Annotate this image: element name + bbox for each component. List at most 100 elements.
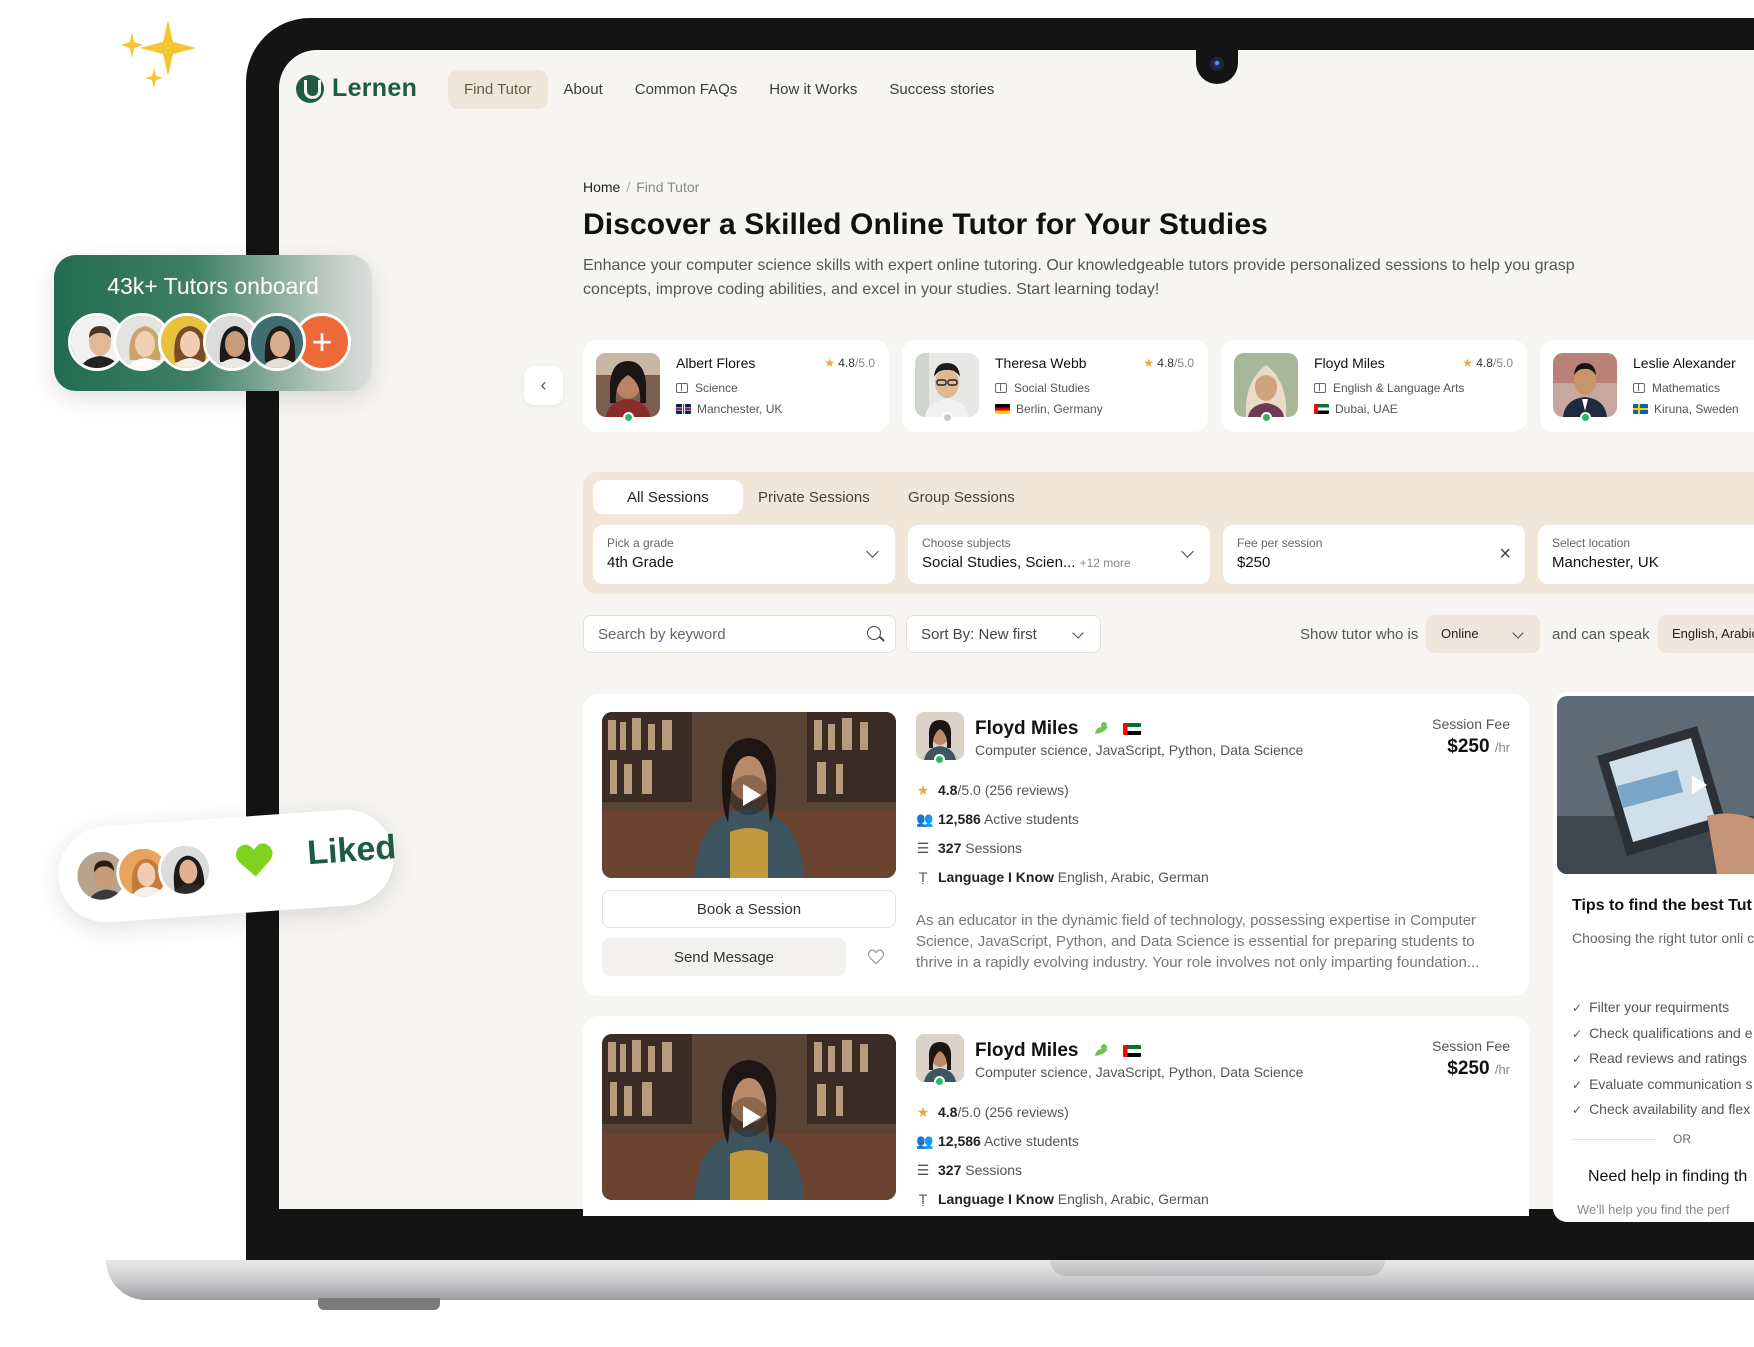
nav-how-it-works[interactable]: How it Works: [753, 70, 873, 109]
nav-find-tutor[interactable]: Find Tutor: [448, 70, 548, 109]
laptop-base: [106, 1260, 1754, 1300]
rating-max: /5.0: [1492, 356, 1513, 370]
nav-common-faqs[interactable]: Common FAQs: [619, 70, 754, 109]
search-input[interactable]: Search by keyword: [583, 615, 896, 653]
or-divider: OR: [1572, 1132, 1754, 1146]
breadcrumb-home[interactable]: Home: [583, 179, 620, 195]
tab-all-sessions[interactable]: All Sessions: [593, 480, 743, 514]
status-select[interactable]: Online: [1426, 615, 1540, 653]
featured-tutor-card[interactable]: Floyd Miles ★ 4.8/5.0 English & Language…: [1221, 340, 1527, 432]
tutor-rating: ★ 4.8/5.0 (256 reviews): [916, 1104, 1069, 1121]
list-icon: ☰: [916, 1162, 930, 1178]
close-icon[interactable]: ×: [1499, 543, 1511, 566]
languages-value: English, Arabic, German: [1057, 1191, 1209, 1207]
tutor-location: Berlin, Germany: [995, 402, 1103, 416]
tutor-name: Floyd Miles: [1314, 355, 1385, 371]
brand-name: Lernen: [332, 74, 418, 102]
nav-about[interactable]: About: [548, 70, 619, 109]
rating-max: /5.0: [1173, 356, 1194, 370]
heart-icon[interactable]: [867, 948, 885, 966]
send-message-button[interactable]: Send Message: [602, 938, 846, 976]
tips-item: Read reviews and ratings: [1572, 1046, 1753, 1072]
intro-video[interactable]: [602, 712, 896, 878]
users-icon: 👥: [916, 811, 934, 827]
tutors-onboard-text: 43k+ Tutors onboard: [107, 273, 319, 299]
featured-tutor-card[interactable]: Theresa Webb ★ 4.8/5.0 Social Studies Be…: [902, 340, 1208, 432]
language-select[interactable]: English, Arabic: [1658, 615, 1754, 653]
tutor-rating: ★ 4.8/5.0: [1462, 356, 1513, 370]
status-filter-label: Show tutor who is: [1300, 626, 1419, 643]
session-fee-value: $250 /hr: [1447, 1058, 1510, 1080]
sort-select[interactable]: Sort By: New first: [906, 615, 1101, 653]
offline-status-dot: [942, 412, 953, 423]
intro-video[interactable]: [602, 1034, 896, 1200]
fee-input[interactable]: Fee per session $250 ×: [1223, 525, 1525, 584]
featured-tutor-card[interactable]: Leslie Alexander Mathematics Kiruna, Swe…: [1540, 340, 1754, 432]
tutor-location: Kiruna, Sweden: [1633, 402, 1739, 416]
online-status-dot: [934, 1076, 945, 1087]
session-fee-value: $250 /hr: [1447, 736, 1510, 758]
sessions-count: ☰ 327 Sessions: [916, 1162, 1022, 1179]
play-icon[interactable]: [1680, 768, 1714, 802]
tips-item: Check availability and flex: [1572, 1097, 1753, 1123]
rating-reviews: /5.0 (256 reviews): [957, 1104, 1069, 1120]
tips-video[interactable]: [1557, 696, 1754, 874]
flag-germany-icon: [995, 404, 1010, 414]
nav-success-stories[interactable]: Success stories: [873, 70, 1010, 109]
translate-icon: Ṭ: [918, 1191, 928, 1207]
location-text: Kiruna, Sweden: [1654, 402, 1739, 416]
language-value: English, Arabic: [1672, 626, 1754, 641]
fee-label: Fee per session: [1237, 536, 1323, 550]
tutor-name: Leslie Alexander: [1633, 355, 1736, 371]
camera-icon: [1210, 57, 1224, 71]
subject-text: Science: [695, 381, 738, 395]
session-fee-label: Session Fee: [1432, 1038, 1510, 1054]
play-icon[interactable]: [729, 1097, 769, 1137]
sparkle-icon: [121, 20, 196, 88]
tutor-name-text: Floyd Miles: [975, 1040, 1079, 1061]
tutor-avatar: [916, 712, 964, 760]
subject-text: Mathematics: [1652, 381, 1721, 395]
play-icon[interactable]: [729, 775, 769, 815]
carousel-prev-button[interactable]: ‹: [524, 366, 563, 405]
active-students: 👥 12,586 Active students: [916, 811, 1079, 828]
online-status-dot: [623, 412, 634, 423]
breadcrumb-separator: /: [626, 179, 631, 195]
featured-tutor-card[interactable]: Albert Flores ★ 4.8/5.0 Science Manchest…: [583, 340, 889, 432]
languages-label: Language I Know: [938, 869, 1054, 885]
fee-unit: /hr: [1494, 1062, 1510, 1077]
rating-max: /5.0: [854, 356, 875, 370]
location-select[interactable]: Select location Manchester, UK: [1538, 525, 1754, 584]
book-icon: [1314, 383, 1326, 393]
fee-amount: $250: [1447, 1058, 1490, 1079]
subjects-select[interactable]: Choose subjects Social Studies, Scien...…: [908, 525, 1210, 584]
tutor-photo: [596, 353, 660, 417]
tutor-subjects: Computer science, JavaScript, Python, Da…: [975, 742, 1304, 758]
tips-item: Check qualifications and e: [1572, 1021, 1752, 1047]
breadcrumb: Home / Find Tutor: [583, 179, 699, 195]
brand-logo[interactable]: Lernen: [296, 74, 417, 103]
tab-group-sessions[interactable]: Group Sessions: [874, 480, 1049, 514]
sessions-label: Sessions: [965, 840, 1023, 856]
subjects-value: Social Studies, Scien... +12 more: [922, 554, 1196, 571]
grade-select[interactable]: Pick a grade 4th Grade: [593, 525, 895, 584]
tips-title: Tips to find the best Tut: [1572, 897, 1752, 914]
chevron-left-icon: ‹: [540, 375, 547, 395]
grade-label: Pick a grade: [607, 536, 674, 550]
flag-uae-icon: [1123, 723, 1142, 735]
flag-uae-icon: [1314, 404, 1329, 414]
fee-unit: /hr: [1494, 740, 1510, 755]
tutor-name: Floyd Miles: [975, 718, 1147, 740]
tutor-photo: [1553, 353, 1617, 417]
languages-known: Ṭ Language I Know English, Arabic, Germa…: [916, 869, 1209, 885]
rating-value: 4.8: [1476, 356, 1493, 370]
tutor-location: Dubai, UAE: [1314, 402, 1398, 416]
online-status-dot: [1261, 412, 1272, 423]
session-fee-label: Session Fee: [1432, 716, 1510, 732]
tips-body: Choosing the right tutor onli careful co…: [1572, 930, 1754, 946]
tutor-photo: [915, 353, 979, 417]
sessions-value: 327: [938, 1162, 962, 1178]
search-icon[interactable]: [867, 626, 881, 640]
chevron-down-icon: [1512, 627, 1524, 639]
book-session-button[interactable]: Book a Session: [602, 890, 896, 928]
